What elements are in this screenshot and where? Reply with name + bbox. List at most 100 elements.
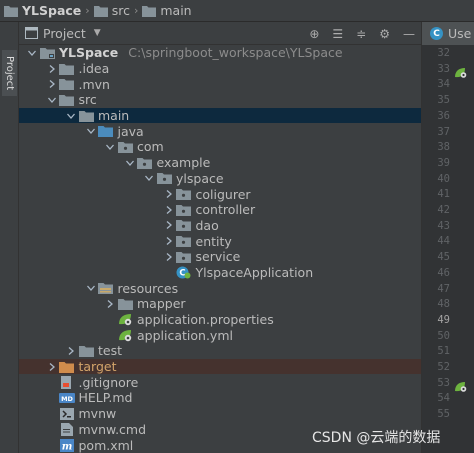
markdown-file-icon: MD xyxy=(58,391,75,404)
line-number: 38 xyxy=(437,141,450,154)
spring-bean-gutter-icon[interactable] xyxy=(454,378,468,392)
tree-item-gitignore[interactable]: .gitignore xyxy=(19,374,421,390)
expanded-arrow-icon[interactable] xyxy=(142,173,156,183)
collapsed-arrow-icon[interactable] xyxy=(64,346,78,356)
hide-panel-icon[interactable]: — xyxy=(403,27,415,41)
tree-item-ylspaceapplication[interactable]: C YlspaceApplication xyxy=(19,265,421,281)
package-icon xyxy=(176,235,192,248)
project-view-selector[interactable]: Project ▼ xyxy=(19,26,101,41)
expanded-arrow-icon[interactable] xyxy=(64,111,78,121)
project-tool-window-tab-label: Project xyxy=(4,55,15,91)
breadcrumb-src-label: src xyxy=(111,3,130,18)
tree-item-dao[interactable]: dao xyxy=(19,218,421,234)
tree-item-com[interactable]: com xyxy=(19,139,421,155)
breadcrumb-src[interactable]: src xyxy=(93,3,130,18)
line-number: 52 xyxy=(437,361,450,373)
tree-item-application-yml[interactable]: application.yml xyxy=(19,327,421,343)
tree-item-label: main xyxy=(98,108,130,124)
tree-item-label: HELP.md xyxy=(78,390,133,406)
java-class-icon: C xyxy=(430,27,443,40)
terminal-file-icon xyxy=(59,407,75,420)
tree-item-label: com xyxy=(137,139,164,155)
tree-item-label: ylspace xyxy=(176,170,224,186)
tree-item-ylspace[interactable]: YLSpace C:\springboot_workspace\YLSpace xyxy=(19,45,421,61)
spring-config-icon xyxy=(117,313,133,326)
collapsed-arrow-icon[interactable] xyxy=(45,79,59,89)
watermark: CSDN @云端的数据 xyxy=(312,430,441,446)
tree-item-label: entity xyxy=(195,233,232,249)
line-number: 50 xyxy=(437,329,450,342)
locate-file-icon[interactable]: ⊕ xyxy=(309,27,319,41)
tree-item-mvn[interactable]: .mvn xyxy=(19,76,421,92)
collapsed-arrow-icon[interactable] xyxy=(162,189,176,199)
package-icon xyxy=(176,219,192,232)
settings-gear-icon[interactable]: ⚙ xyxy=(379,27,390,41)
breadcrumb-separator-icon: › xyxy=(133,4,139,17)
tree-item-src[interactable]: src xyxy=(19,92,421,108)
tree-item-idea[interactable]: .idea xyxy=(19,61,421,77)
tree-item-label: src xyxy=(78,92,97,108)
expanded-arrow-icon[interactable] xyxy=(123,158,137,168)
breadcrumb-project[interactable]: YLSpace xyxy=(4,3,81,18)
tree-item-label: target xyxy=(78,359,117,375)
collapsed-arrow-icon[interactable] xyxy=(162,252,176,262)
breadcrumb-main-label: main xyxy=(160,3,192,18)
collapse-all-icon[interactable]: ☰ xyxy=(332,27,343,41)
project-view-title: Project xyxy=(43,25,86,41)
folder-icon xyxy=(78,344,94,357)
line-number: 34 xyxy=(437,78,450,91)
tree-item-mvnw[interactable]: mvnw xyxy=(19,406,421,422)
tree-item-coligurer[interactable]: coligurer xyxy=(19,186,421,202)
tree-item-label: YLSpace xyxy=(59,45,119,61)
package-icon xyxy=(117,140,133,153)
tree-item-application-properties[interactable]: application.properties xyxy=(19,312,421,328)
tree-item-label: test xyxy=(98,343,123,359)
line-number: 43 xyxy=(437,219,450,232)
folder-icon xyxy=(59,78,75,91)
project-panel-header: Project ▼ ⊕ ☰ ≑ ⚙ — xyxy=(19,22,421,45)
project-window-icon xyxy=(25,27,38,39)
breadcrumb-main[interactable]: main xyxy=(142,3,192,18)
excluded-folder-icon xyxy=(59,360,75,373)
collapsed-arrow-icon[interactable] xyxy=(45,362,59,372)
folder-icon xyxy=(59,93,75,106)
line-number: 48 xyxy=(437,298,450,311)
expanded-arrow-icon[interactable] xyxy=(103,142,117,152)
tool-window-strip: Project xyxy=(0,22,19,453)
tree-item-test[interactable]: test xyxy=(19,343,421,359)
tree-item-java[interactable]: java xyxy=(19,123,421,139)
tree-item-ylspace[interactable]: ylspace xyxy=(19,171,421,187)
expanded-arrow-icon[interactable] xyxy=(45,95,59,105)
folder-icon xyxy=(78,109,94,122)
expand-all-icon[interactable]: ≑ xyxy=(356,27,366,41)
project-tool-window-tab[interactable]: Project xyxy=(2,50,17,96)
expanded-arrow-icon[interactable] xyxy=(25,48,39,58)
tree-item-controller[interactable]: controller xyxy=(19,202,421,218)
tree-item-example[interactable]: example xyxy=(19,155,421,171)
project-tree[interactable]: YLSpace C:\springboot_workspace\YLSpace .i… xyxy=(19,45,421,453)
editor-tab[interactable]: C Use xyxy=(421,22,474,45)
tree-item-main[interactable]: main xyxy=(19,107,421,124)
svg-text:m: m xyxy=(61,441,72,452)
tree-item-help-md[interactable]: MD HELP.md xyxy=(19,390,421,406)
tree-item-entity[interactable]: entity xyxy=(19,233,421,249)
collapsed-arrow-icon[interactable] xyxy=(162,236,176,246)
tree-item-label: example xyxy=(156,155,211,171)
tree-item-mapper[interactable]: mapper xyxy=(19,296,421,312)
line-number: 46 xyxy=(437,266,450,279)
spring-bean-gutter-icon[interactable] xyxy=(454,64,468,78)
tree-item-service[interactable]: service xyxy=(19,249,421,265)
breadcrumb-project-label: YLSpace xyxy=(22,3,82,18)
expanded-arrow-icon[interactable] xyxy=(84,283,98,293)
collapsed-arrow-icon[interactable] xyxy=(162,205,176,215)
expanded-arrow-icon[interactable] xyxy=(84,126,98,136)
tree-item-resources[interactable]: resources xyxy=(19,280,421,296)
line-number: 33 xyxy=(437,62,450,75)
collapsed-arrow-icon[interactable] xyxy=(162,220,176,230)
collapsed-arrow-icon[interactable] xyxy=(45,64,59,74)
tree-item-target[interactable]: target xyxy=(19,358,421,375)
line-number: 47 xyxy=(437,282,450,295)
tree-item-label: application.yml xyxy=(137,327,233,343)
line-number: 40 xyxy=(437,172,450,185)
collapsed-arrow-icon[interactable] xyxy=(103,299,117,309)
